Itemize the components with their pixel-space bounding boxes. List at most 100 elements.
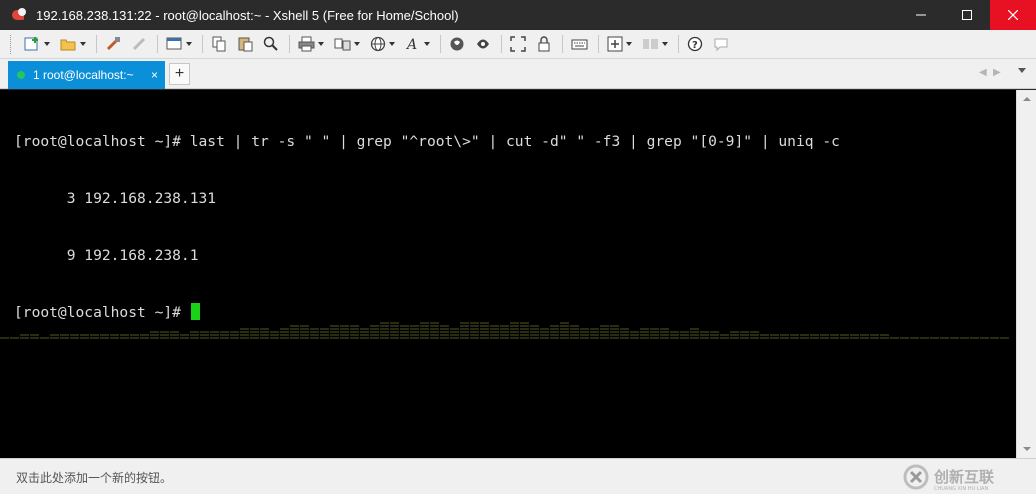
xmanager-button[interactable] [472,33,494,55]
svg-text:A: A [405,37,417,52]
terminal-output: [root@localhost ~]# last | tr -s " " | g… [14,94,840,360]
xshell-logo-icon [12,7,28,23]
properties-icon [166,37,182,50]
comment-button[interactable] [710,33,732,55]
globe-icon [370,36,386,52]
tab-label: 1 root@localhost:~ [33,68,134,82]
disconnect-icon [132,37,146,51]
xmanager-icon [477,39,489,49]
equalizer-segment [920,337,929,339]
terminal-cursor [190,303,200,320]
add-button-icon [607,36,623,52]
close-icon [1008,10,1018,20]
new-session-icon [24,37,38,51]
print-button[interactable] [295,33,327,55]
copy-button[interactable] [208,33,230,55]
equalizer-segment [970,337,979,339]
toolbar-grip[interactable] [10,34,13,54]
xftp-button[interactable] [446,33,468,55]
transfer-button[interactable] [331,33,363,55]
watermark-logo: 创新互联 CHUANG XIN HU LIAN [903,464,995,491]
equalizer-segment [980,337,989,339]
open-button[interactable] [57,33,89,55]
maximize-button[interactable] [944,0,990,30]
equalizer-segment [870,337,879,339]
terminal-prompt-line: [root@localhost ~]# [14,303,840,322]
scroll-up-button[interactable] [1017,91,1036,107]
equalizer-segment [1000,337,1009,339]
equalizer-segment [860,334,869,336]
equalizer-segment [850,334,859,336]
equalizer-segment [940,337,949,339]
connected-status-icon [17,71,25,79]
close-button[interactable] [990,0,1036,30]
minimize-icon [916,14,926,16]
tab-session-1[interactable]: 1 root@localhost:~ × [8,61,165,89]
paste-icon [238,37,253,52]
add-button-hint[interactable]: 双击此处添加一个新的按钮。 [16,469,172,486]
lock-icon [538,36,550,52]
layout-icon [643,39,658,49]
title-bar[interactable]: 192.168.238.131:22 - root@localhost:~ - … [0,0,1036,30]
fullscreen-button[interactable] [507,33,529,55]
equalizer-segment [0,337,9,339]
equalizer-segment [910,337,919,339]
reconnect-icon [106,37,120,51]
terminal-line: 9 192.168.238.1 [14,247,199,264]
find-button[interactable] [260,33,282,55]
transfer-icon [334,38,351,51]
fullscreen-icon [510,36,526,52]
equalizer-segment [900,337,909,339]
terminal-line: [root@localhost ~]# last | tr -s " " | g… [14,133,840,150]
layout-button[interactable] [639,33,671,55]
open-folder-icon [60,39,76,51]
equalizer-segment [890,337,899,339]
lock-button[interactable] [533,33,555,55]
properties-button[interactable] [163,33,195,55]
add-button-button[interactable] [604,33,635,55]
quick-command-bar[interactable]: 双击此处添加一个新的按钮。 创新互联 CHUANG XIN HU LIAN [0,458,1036,494]
equalizer-segment [990,337,999,339]
reconnect-button[interactable] [102,33,124,55]
font-button[interactable]: A [402,33,433,55]
equalizer-segment [840,334,849,336]
copy-icon [212,36,226,52]
terminal-line: 3 192.168.238.131 [14,190,217,207]
new-tab-button[interactable]: + [169,63,190,85]
globe-button[interactable] [367,33,398,55]
arrow-up-icon [1022,97,1031,101]
minimize-button[interactable] [898,0,944,30]
find-icon [263,36,278,51]
svg-text:创新互联: 创新互联 [933,468,995,486]
disconnect-button[interactable] [128,33,150,55]
comment-icon [714,38,728,52]
equalizer-segment [860,337,869,339]
keyboard-icon [571,39,588,50]
new-session-button[interactable] [21,33,53,55]
print-icon [298,36,315,52]
equalizer-segment [850,337,859,339]
terminal-prompt: [root@localhost ~]# [14,304,190,321]
vertical-scrollbar[interactable] [1016,90,1036,458]
equalizer-segment [880,334,889,336]
equalizer-segment [960,337,969,339]
tab-close-icon[interactable]: × [151,68,158,82]
paste-button[interactable] [234,33,256,55]
tab-next-icon[interactable]: ▶ [993,67,1001,78]
equalizer-segment [880,337,889,339]
tab-bar: 1 root@localhost:~ × + ◀ ▶ [0,59,1036,89]
equalizer-segment [840,337,849,339]
equalizer-segment [950,337,959,339]
main-toolbar: A ? [0,30,1036,59]
tab-list-dropdown-icon[interactable] [1018,68,1026,73]
svg-text:CHUANG XIN HU LIAN: CHUANG XIN HU LIAN [934,486,988,491]
xftp-icon [450,37,464,51]
svg-text:?: ? [692,40,698,51]
scroll-down-button[interactable] [1017,441,1036,457]
tab-prev-icon[interactable]: ◀ [979,67,987,78]
window-title: 192.168.238.131:22 - root@localhost:~ - … [36,7,459,23]
help-button[interactable]: ? [684,33,706,55]
terminal-area[interactable]: [root@localhost ~]# last | tr -s " " | g… [0,90,1016,458]
keyboard-button[interactable] [568,33,591,55]
font-icon: A [405,37,417,52]
